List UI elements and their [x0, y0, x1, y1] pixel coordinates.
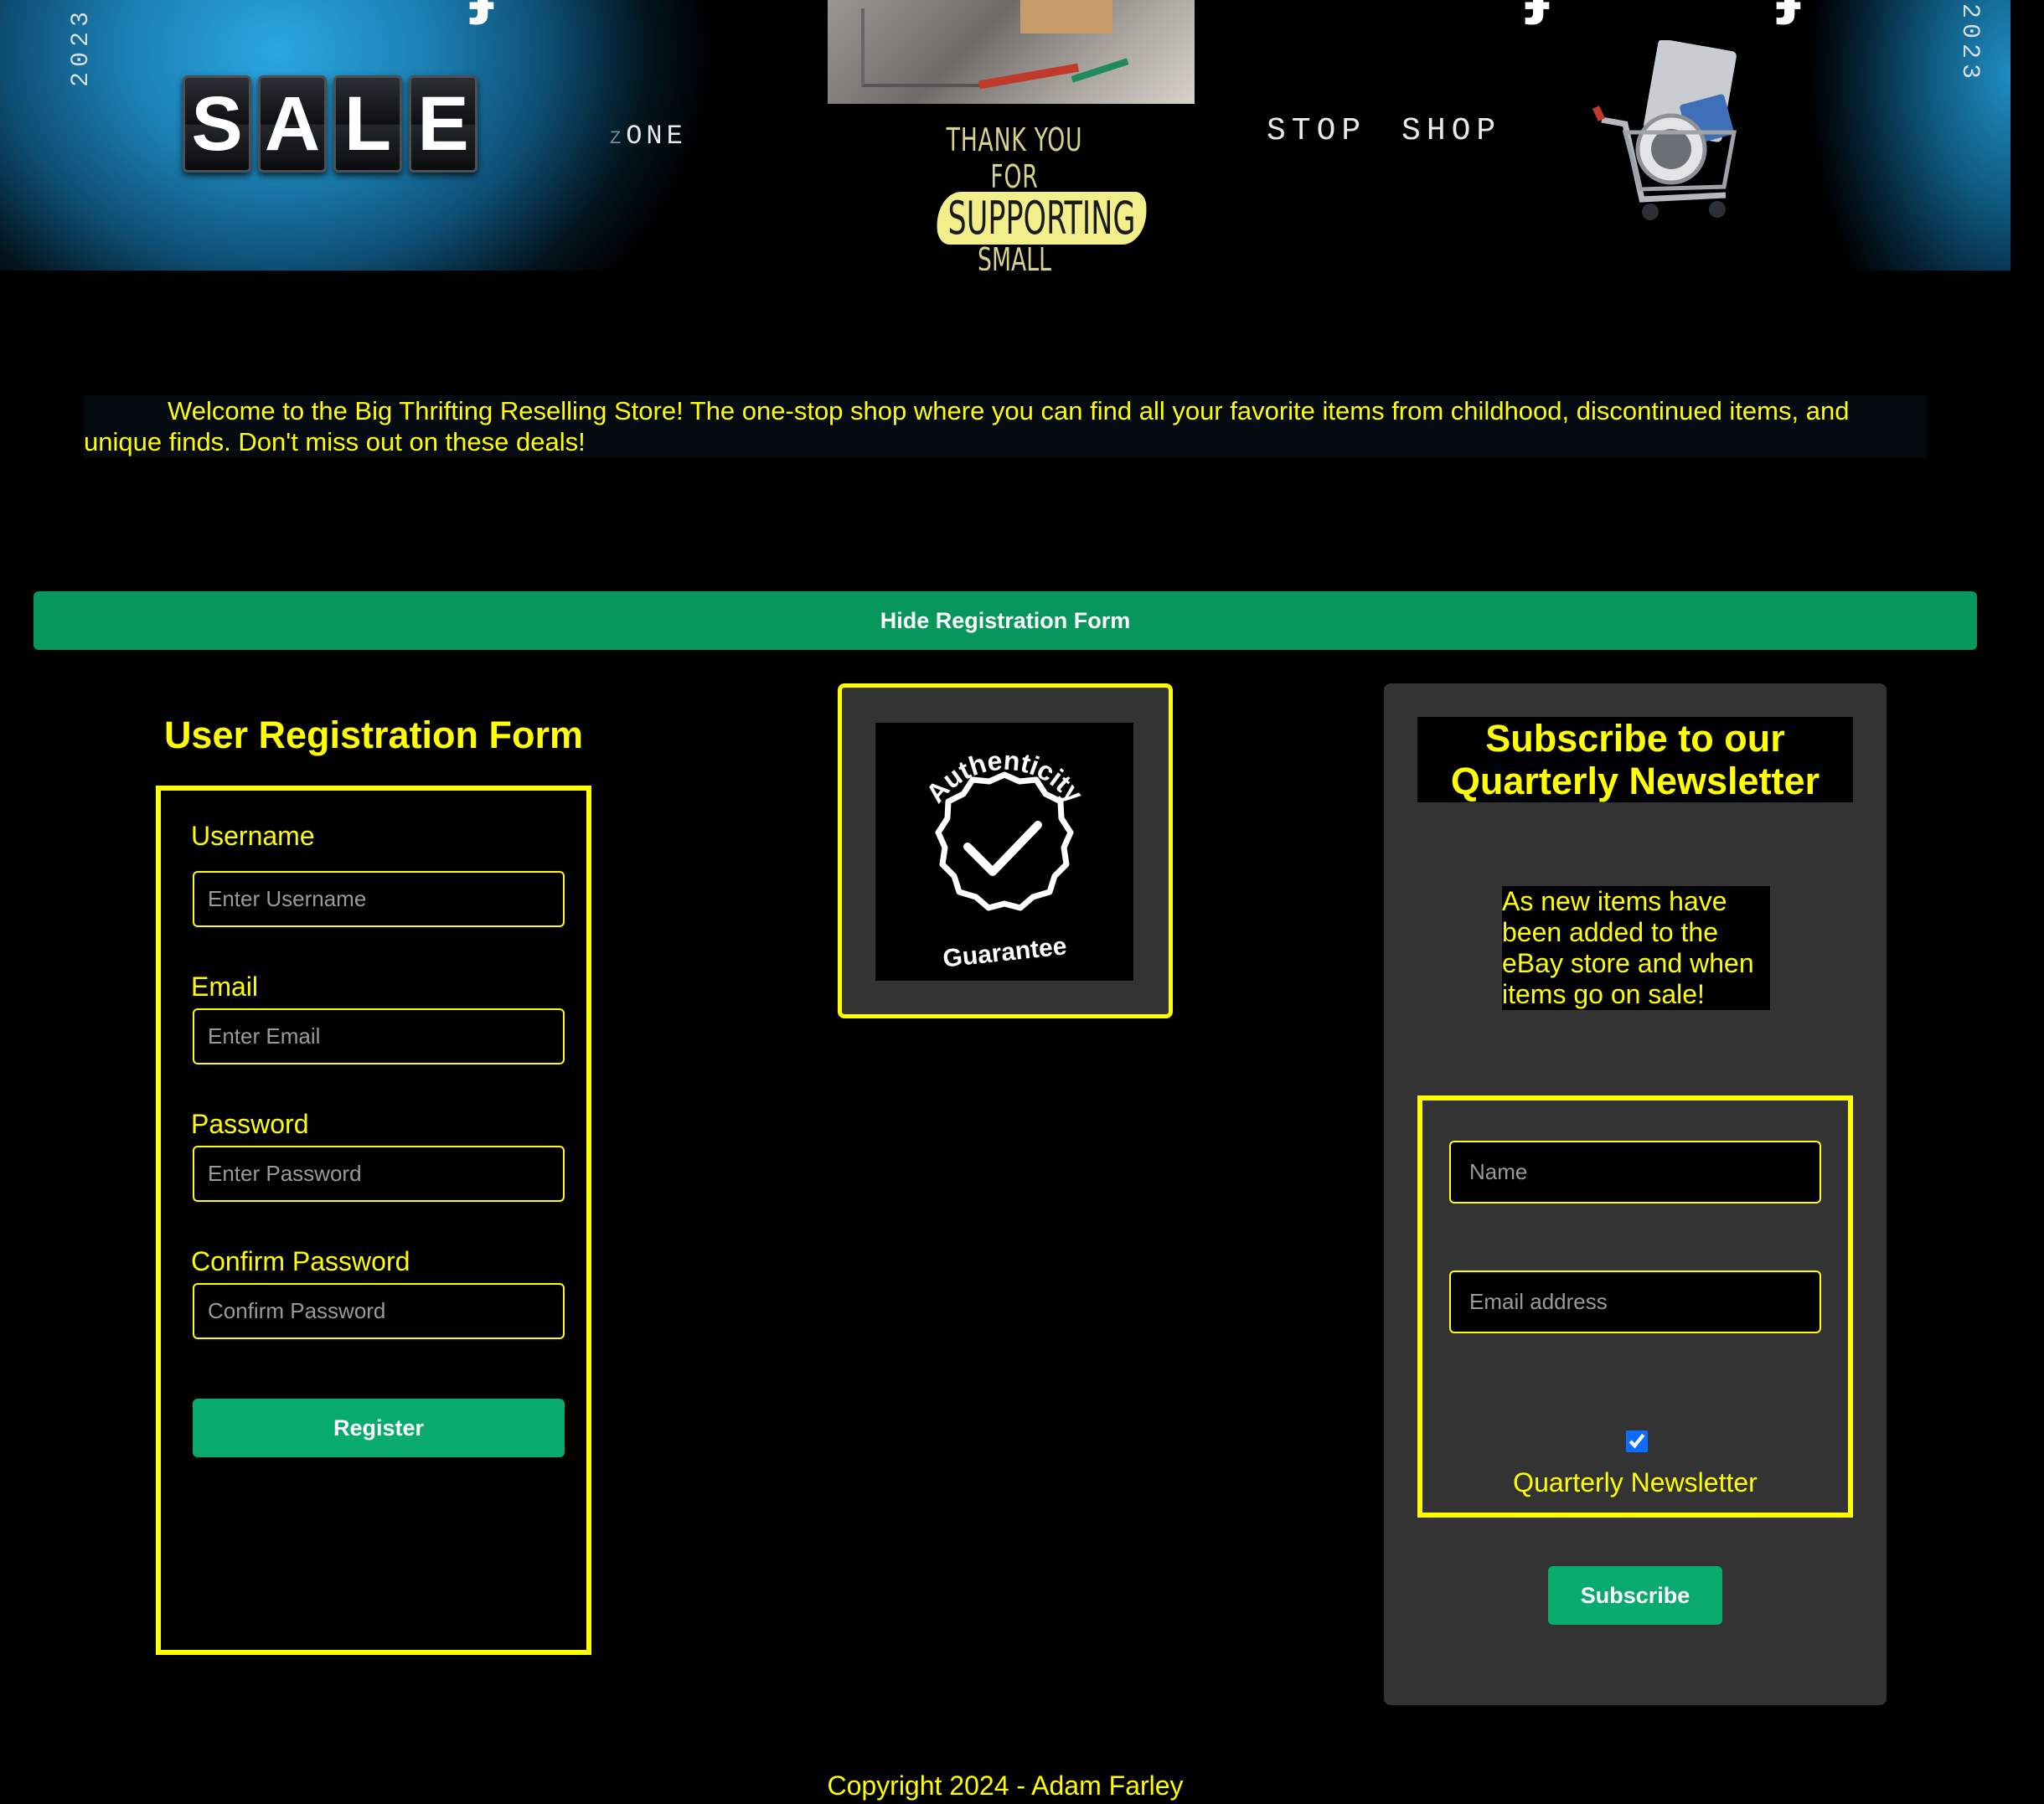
username-input[interactable]	[193, 871, 565, 927]
newsletter-panel: Subscribe to our Quarterly Newsletter As…	[1384, 683, 1887, 1705]
confirm-password-input[interactable]	[193, 1283, 565, 1339]
thank-you-graphic: THANK YOU FOR SUPPORTING SMALL BUSINESS	[896, 121, 1147, 271]
subscribe-button[interactable]: Subscribe	[1548, 1566, 1722, 1625]
banner-decor-glyph: ɟ	[1776, 0, 1801, 28]
registration-form: Username Email Password Confirm Password…	[156, 786, 591, 1655]
sale-letter-tile: E	[409, 75, 477, 173]
store-banner: ɟ ɟ ɟ 2023 2023 S A L E ZONE THANK YOU F…	[0, 0, 2010, 271]
email-label: Email	[191, 972, 259, 1002]
badge-bottom-text: Guarantee	[942, 932, 1068, 972]
thanks-line-3: SMALL BUSINESS	[978, 241, 1051, 271]
zone-prefix: Z	[610, 128, 622, 149]
sale-letter-tile: L	[333, 75, 402, 173]
banner-decor-glyph: ɟ	[469, 0, 494, 28]
pen-photo-shape	[1071, 58, 1129, 83]
banner-year-left: 2023	[67, 7, 95, 88]
password-input[interactable]	[193, 1146, 565, 1202]
newsletter-title: Subscribe to our Quarterly Newsletter	[1417, 717, 1853, 802]
confirm-password-label: Confirm Password	[191, 1246, 410, 1276]
newsletter-name-input[interactable]	[1449, 1141, 1821, 1204]
welcome-message: Welcome to the Big Thrifting Reselling S…	[84, 395, 1927, 457]
zone-text: Z ONE	[610, 121, 687, 152]
footer-copyright: Copyright 2024 - Adam Farley	[827, 1770, 1184, 1801]
zone-word: ONE	[626, 121, 687, 152]
box-photo-shape	[1020, 0, 1112, 34]
quarterly-newsletter-label: Quarterly Newsletter	[1513, 1467, 1758, 1497]
sale-sign: S A L E	[183, 75, 477, 173]
email-input[interactable]	[193, 1008, 565, 1064]
newsletter-form: Quarterly Newsletter	[1417, 1095, 1853, 1518]
sale-letter-tile: S	[183, 75, 251, 173]
thanks-line-2: SUPPORTING	[937, 192, 1147, 245]
banner-decor-glyph: ɟ	[1525, 0, 1550, 28]
registration-form-title: User Registration Form	[163, 714, 584, 756]
stop-shop-text: STOP SHOP	[1267, 113, 1502, 149]
thanks-line-1: THANK YOU FOR	[946, 121, 1083, 195]
sale-letter-tile: A	[258, 75, 327, 173]
username-label: Username	[191, 821, 315, 851]
hide-registration-form-button[interactable]: Hide Registration Form	[34, 591, 1977, 650]
cart-photo-shape	[861, 8, 990, 87]
banner-year-right: 2023	[1955, 3, 1984, 85]
page: ɟ ɟ ɟ 2023 2023 S A L E ZONE THANK YOU F…	[0, 0, 2044, 1804]
authenticity-badge-card: Authenticity Guarantee	[838, 683, 1173, 1018]
shopping-photo	[828, 0, 1195, 104]
register-button[interactable]: Register	[193, 1399, 565, 1457]
pen-photo-shape	[978, 63, 1079, 90]
authenticity-guarantee-icon: Authenticity Guarantee	[875, 723, 1133, 981]
quarterly-newsletter-checkbox[interactable]	[1626, 1430, 1648, 1452]
newsletter-description: As new items have been added to the eBay…	[1502, 886, 1770, 1010]
appliance-cart-icon	[1592, 39, 1759, 233]
password-label: Password	[191, 1109, 309, 1139]
newsletter-email-input[interactable]	[1449, 1271, 1821, 1333]
